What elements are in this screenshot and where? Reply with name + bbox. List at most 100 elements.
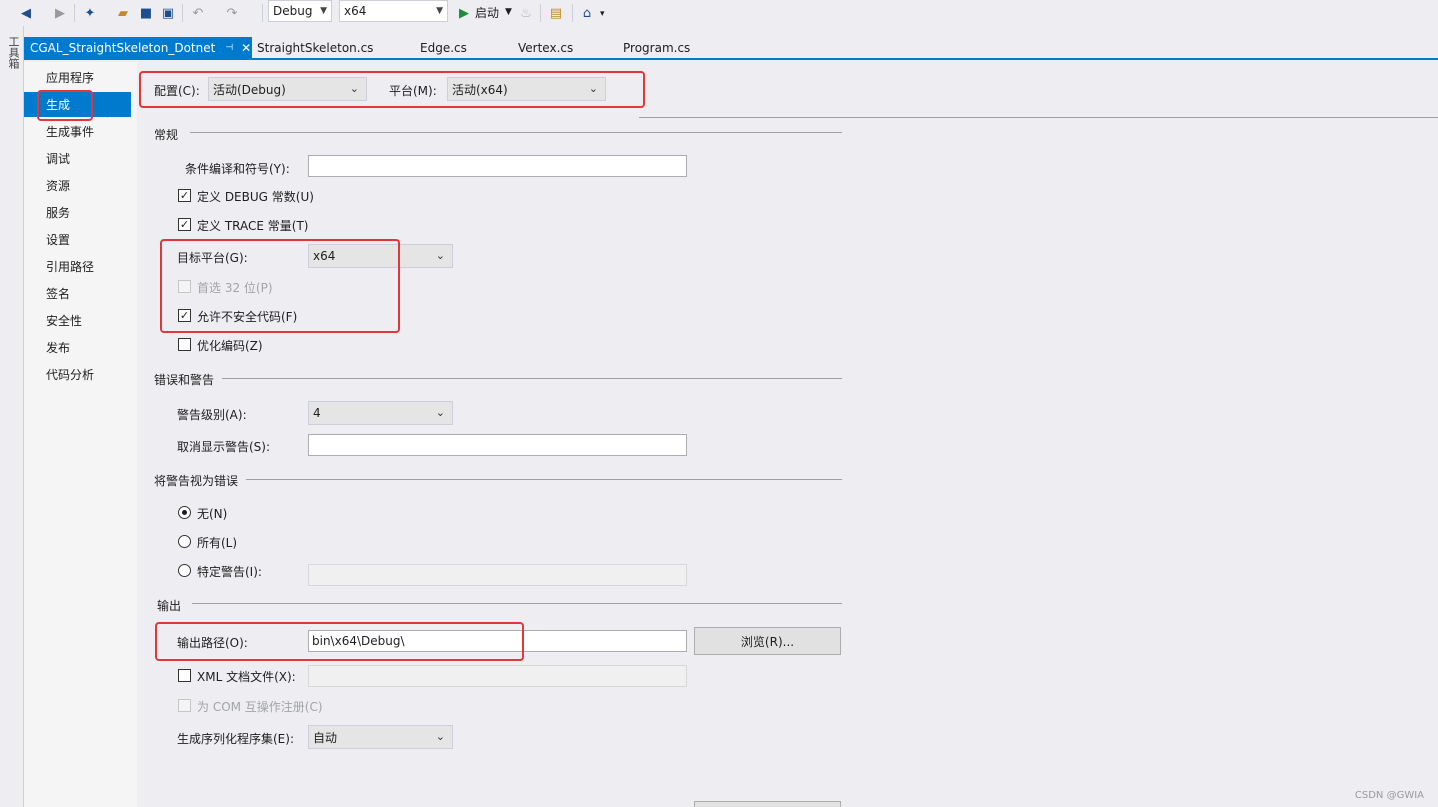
suppress-warnings-input[interactable] [308,434,687,456]
main-toolbar: ◀ ▶ ✦ ▰ ■ ▣ ↶ ↷ Debug ▼ x64 ▼ ▶ 启动 ▼ ♨ ▤… [0,0,1438,26]
toolbar-separator [74,4,75,22]
define-debug-checkbox[interactable]: ✓ [178,189,191,202]
document-tabbar: CGAL_StraightSkeleton_Dotnet ⊣ ✕ Straigh… [24,37,1438,60]
treat-warnings-specific-radio[interactable] [178,564,191,577]
tab-straightskeleton-cs[interactable]: StraightSkeleton.cs [257,37,373,58]
prefer-32bit-checkbox[interactable] [178,280,191,293]
open-folder-icon[interactable]: ▰ [113,3,133,23]
nav-item-build-events[interactable]: 生成事件 [24,119,137,144]
find-in-files-icon[interactable]: ▤ [546,3,566,23]
conditional-symbols-input[interactable] [308,155,687,177]
chevron-down-icon: ⌄ [349,82,359,95]
com-interop-checkbox[interactable] [178,699,191,712]
treat-warnings-none-label[interactable]: 无(N) [197,505,227,522]
close-icon[interactable]: ✕ [241,41,251,55]
nav-item-signing[interactable]: 签名 [24,281,137,306]
config-select[interactable]: 活动(Debug) ⌄ [208,77,367,101]
pin-icon[interactable]: ⊣ [225,43,233,53]
target-platform-value: x64 [313,249,336,263]
nav-item-security[interactable]: 安全性 [24,308,137,333]
serialization-value: 自动 [313,730,338,745]
warning-level-value: 4 [313,406,321,420]
section-errors-title: 错误和警告 [154,373,215,387]
platform-select-value: 活动(x64) [452,82,508,97]
forward-icon[interactable]: ▶ [50,3,70,23]
warning-level-select[interactable]: 4 ⌄ [308,401,453,425]
target-platform-select[interactable]: x64 ⌄ [308,244,453,268]
com-interop-label: 为 COM 互操作注册(C) [197,700,323,714]
properties-nav: 应用程序 生成 生成事件 调试 资源 服务 设置 引用路径 签名 安全性 发布 … [24,62,137,807]
nav-item-application[interactable]: 应用程序 [24,65,137,90]
output-path-input[interactable]: bin\x64\Debug\ [308,630,687,652]
watermark: CSDN @GWIA [1354,790,1424,801]
nav-item-publish[interactable]: 发布 [24,335,137,360]
specific-warnings-input[interactable] [308,564,687,586]
optimize-code-label[interactable]: 优化编码(Z) [197,337,263,354]
advanced-button[interactable] [694,801,841,807]
header-divider [639,117,1438,118]
define-trace-checkbox[interactable]: ✓ [178,218,191,231]
config-select-value: 活动(Debug) [213,82,286,97]
chevron-down-icon: ▼ [320,6,327,16]
allow-unsafe-label[interactable]: 允许不安全代码(F) [197,308,297,325]
section-divider [246,479,842,480]
allow-unsafe-checkbox[interactable]: ✓ [178,309,191,322]
output-path-label: 输出路径(O): [177,636,248,650]
nav-item-reference-paths[interactable]: 引用路径 [24,254,137,279]
start-icon[interactable]: ▶ [454,3,474,23]
chevron-down-icon[interactable]: ▼ [505,7,512,17]
nav-item-services[interactable]: 服务 [24,200,137,225]
toolbox-tab[interactable]: 工具箱 [5,36,20,69]
save-icon[interactable]: ■ [136,3,156,23]
platform-select[interactable]: 活动(x64) ⌄ [447,77,606,101]
chevron-down-icon: ▼ [436,6,443,16]
nav-item-debug[interactable]: 调试 [24,146,137,171]
nav-selected-arrow [107,92,114,118]
define-trace-label[interactable]: 定义 TRACE 常量(T) [197,217,308,234]
chevron-down-icon: ⌄ [435,249,445,262]
prefer-32bit-label: 首选 32 位(P) [197,281,273,295]
treat-warnings-all-label[interactable]: 所有(L) [197,534,237,551]
redo-icon[interactable]: ↷ [222,3,242,23]
solution-platform-dropdown[interactable]: x64 ▼ [339,0,448,22]
tab-label: Edge.cs [420,40,467,55]
solution-explorer-icon[interactable]: ⌂ [577,3,597,23]
toolbar-separator [572,4,573,22]
back-icon[interactable]: ◀ [16,3,36,23]
hot-reload-icon[interactable]: ♨ [516,3,536,23]
nav-item-code-analysis[interactable]: 代码分析 [24,362,137,387]
section-divider [222,378,842,379]
chevron-down-icon: ⌄ [435,406,445,419]
section-output-title: 输出 [157,599,182,613]
treat-warnings-all-radio[interactable] [178,535,191,548]
config-label: 配置(C): [154,84,200,98]
new-project-icon[interactable]: ✦ [80,3,100,23]
tab-vertex-cs[interactable]: Vertex.cs [518,37,573,58]
nav-item-resources[interactable]: 资源 [24,173,137,198]
solution-config-dropdown[interactable]: Debug ▼ [268,0,332,22]
tab-program-cs[interactable]: Program.cs [623,37,690,58]
xml-doc-label[interactable]: XML 文档文件(X): [197,668,296,685]
toolbar-separator [262,4,263,22]
serialization-select[interactable]: 自动 ⌄ [308,725,453,749]
xml-doc-path-input[interactable] [308,665,687,687]
toolbar-overflow-icon[interactable]: ▾ [600,9,605,19]
tab-project-properties[interactable]: CGAL_StraightSkeleton_Dotnet ⊣ ✕ [24,37,252,58]
xml-doc-checkbox[interactable] [178,669,191,682]
tab-edge-cs[interactable]: Edge.cs [420,37,467,58]
nav-item-settings[interactable]: 设置 [24,227,137,252]
tab-label: Vertex.cs [518,40,574,55]
start-label[interactable]: 启动 [475,4,499,21]
treat-warnings-none-radio[interactable] [178,506,191,519]
toolbar-separator [540,4,541,22]
suppress-warnings-label: 取消显示警告(S): [177,440,271,454]
optimize-code-checkbox[interactable] [178,338,191,351]
chevron-down-icon: ⌄ [588,82,598,95]
save-all-icon[interactable]: ▣ [158,3,178,23]
section-general-title: 常规 [154,128,179,142]
browse-button[interactable]: 浏览(R)... [694,627,841,655]
treat-warnings-specific-label[interactable]: 特定警告(I): [197,563,262,580]
nav-item-build[interactable]: 生成 [24,92,131,117]
undo-icon[interactable]: ↶ [188,3,208,23]
define-debug-label[interactable]: 定义 DEBUG 常数(U) [197,188,314,205]
